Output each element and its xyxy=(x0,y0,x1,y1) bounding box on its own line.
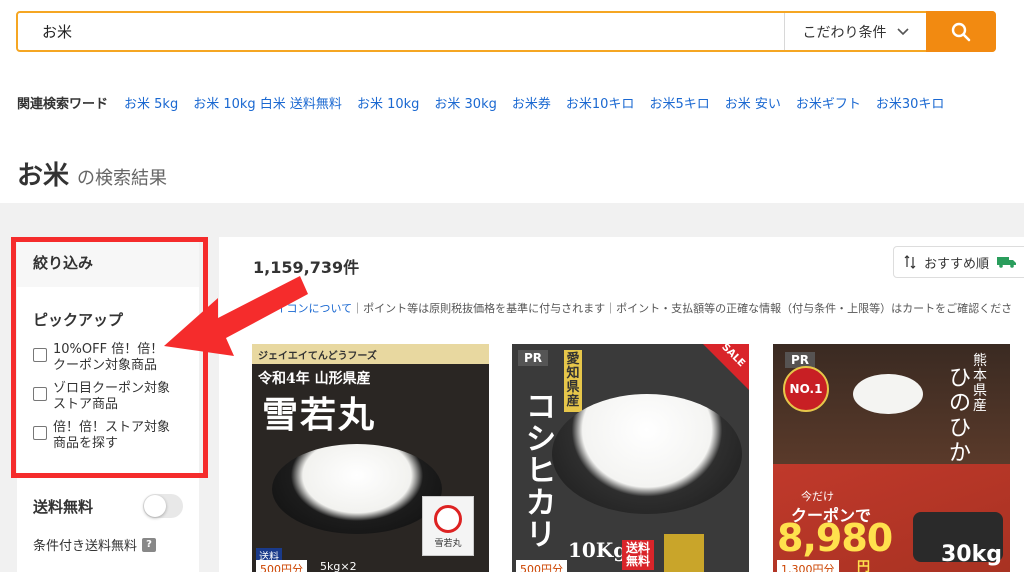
sort-icon xyxy=(904,255,916,269)
conditional-shipping-label: 条件付き送料無料 xyxy=(33,539,138,554)
filter-sidebar: 絞り込み ピックアップ 10%OFF 倍！倍！ クーポン対象商品 ゾロ目クーポン対… xyxy=(17,237,199,572)
title-query: お米 xyxy=(17,161,70,191)
product-card[interactable]: ジェイエイてんどうフーズ 令和4年 山形県産 雪若丸 雪若丸 送料 500円分 … xyxy=(252,344,489,572)
related-keyword-link[interactable]: お米 5kg xyxy=(124,93,178,112)
filter-dropdown[interactable]: こだわり条件 xyxy=(784,13,926,50)
sort-label: おすすめ順 xyxy=(924,256,990,272)
help-icon[interactable]: ? xyxy=(142,537,157,552)
label-line: ストア商品 xyxy=(53,397,119,412)
checkbox[interactable] xyxy=(33,426,47,440)
toggle-knob xyxy=(144,495,166,517)
product-weight: 10Kg xyxy=(568,538,628,562)
rice-spoon-image xyxy=(853,374,923,414)
rank-badge: NO.1 xyxy=(783,366,829,412)
maker-name: ジェイエイてんどうフーズ xyxy=(258,351,377,362)
title-suffix: の検索結果 xyxy=(77,168,168,189)
related-keyword-link[interactable]: お米5キロ xyxy=(649,93,709,112)
pickup-option-label: 10%OFF 倍！倍！ クーポン対象商品 xyxy=(53,342,163,374)
product-name: コシヒカリ xyxy=(526,390,556,553)
product-subtitle: 令和4年 山形県産 xyxy=(258,371,371,387)
rice-bag-image: 雪若丸 xyxy=(422,496,474,556)
pickup-options: 10%OFF 倍！倍！ クーポン対象商品 ゾロ目クーポン対象 ストア商品 倍！倍！ス… xyxy=(17,342,199,452)
related-keywords: 関連検索ワード お米 5kg お米 10kg 白米 送料無料 お米 10kg お… xyxy=(17,92,1024,112)
price-yen: 円 xyxy=(857,560,871,572)
page-title: お米 の検索結果 xyxy=(17,155,167,192)
info-icon xyxy=(251,302,261,314)
pr-tag: PR xyxy=(518,350,549,366)
points-tag: 500円分 xyxy=(256,560,307,572)
pickup-option-baibai-store[interactable]: 倍！倍！ストア対象 商品を探す xyxy=(33,420,199,452)
label-line: クーポン対象商品 xyxy=(53,358,158,373)
search-input[interactable] xyxy=(18,13,784,50)
product-name: 雪若丸 xyxy=(262,394,377,436)
product-card[interactable]: PR NO.1 熊本県産 ひのひかり 今だけ クーポンで 8,980 円 30k… xyxy=(773,344,1010,572)
label-line: 10%OFF 倍！倍！ xyxy=(53,342,164,357)
sort-dropdown[interactable]: おすすめ順 xyxy=(893,246,1024,278)
filter-label: こだわり条件 xyxy=(802,24,887,41)
product-card[interactable]: PR 愛知県産 SALE コシヒカリ 10Kg 送料無料 500円分 xyxy=(512,344,749,572)
label-line: ゾロ目クーポン対象 xyxy=(53,381,171,396)
rice-bowl-image xyxy=(552,394,742,514)
notice-text: ｜ポイント等は原則税抜価格を基準に付与されます｜ポイント・支払額等の正確な情報（… xyxy=(352,302,1013,315)
pickup-option-zorome-coupon[interactable]: ゾロ目クーポン対象 ストア商品 xyxy=(33,381,199,413)
rice-bowl-image xyxy=(272,444,442,534)
rice-bag-image xyxy=(664,534,704,572)
related-keyword-link[interactable]: お米 10kg xyxy=(357,93,419,112)
label-line: 商品を探す xyxy=(53,436,119,451)
free-shipping-row: 送料無料 xyxy=(33,494,183,518)
icon-about-link[interactable]: アイコンについて xyxy=(265,300,352,316)
product-weight: 5kg×2 xyxy=(320,560,357,572)
related-keyword-link[interactable]: お米 30kg xyxy=(434,93,496,112)
coupon-price: 8,980 xyxy=(777,516,893,560)
truck-icon xyxy=(997,257,1017,268)
checkbox[interactable] xyxy=(33,387,47,401)
related-keyword-link[interactable]: お米 10kg 白米 送料無料 xyxy=(193,93,342,112)
free-shipping-toggle[interactable] xyxy=(143,494,183,518)
pickup-option-label: ゾロ目クーポン対象 ストア商品 xyxy=(53,381,170,413)
origin-label: 熊本県産 xyxy=(973,353,987,414)
points-tag: 1,300円分 xyxy=(777,560,839,572)
free-shipping-label: 送料無料 xyxy=(33,497,94,516)
related-keyword-link[interactable]: お米券 xyxy=(512,93,551,112)
label-line: 倍！倍！ストア対象 xyxy=(53,420,171,435)
rice-bag-label: 雪若丸 xyxy=(434,539,462,549)
chevron-down-icon xyxy=(896,27,909,35)
product-weight: 30kg xyxy=(941,542,1002,567)
checkbox[interactable] xyxy=(33,348,47,362)
results-panel: 1,159,739件 おすすめ順 アイコンについて ｜ポイント等は原則税抜価格を… xyxy=(219,237,1024,572)
search-icon xyxy=(951,22,971,41)
pickup-title: ピックアップ xyxy=(33,311,124,329)
related-keywords-label: 関連検索ワード xyxy=(17,96,109,112)
result-count: 1,159,739件 xyxy=(253,258,360,277)
related-keyword-link[interactable]: お米10キロ xyxy=(566,93,635,112)
related-keyword-link[interactable]: お米 安い xyxy=(725,93,781,112)
search-button[interactable] xyxy=(926,11,996,52)
free-shipping-badge: 送料無料 xyxy=(622,540,654,570)
points-notice: アイコンについて ｜ポイント等は原則税抜価格を基準に付与されます｜ポイント・支払… xyxy=(251,300,1024,316)
origin-badge: 愛知県産 xyxy=(564,350,582,412)
points-tag: 500円分 xyxy=(516,560,567,572)
pickup-option-coupon-10off[interactable]: 10%OFF 倍！倍！ クーポン対象商品 xyxy=(33,342,199,374)
pickup-option-label: 倍！倍！ストア対象 商品を探す xyxy=(53,420,170,452)
related-keyword-link[interactable]: お米30キロ xyxy=(876,93,945,112)
filter-header: 絞り込み xyxy=(17,237,199,287)
conditional-shipping-row[interactable]: 条件付き送料無料 ? xyxy=(33,535,157,554)
related-keyword-link[interactable]: お米ギフト xyxy=(796,93,861,112)
search-bar: こだわり条件 xyxy=(16,11,996,52)
